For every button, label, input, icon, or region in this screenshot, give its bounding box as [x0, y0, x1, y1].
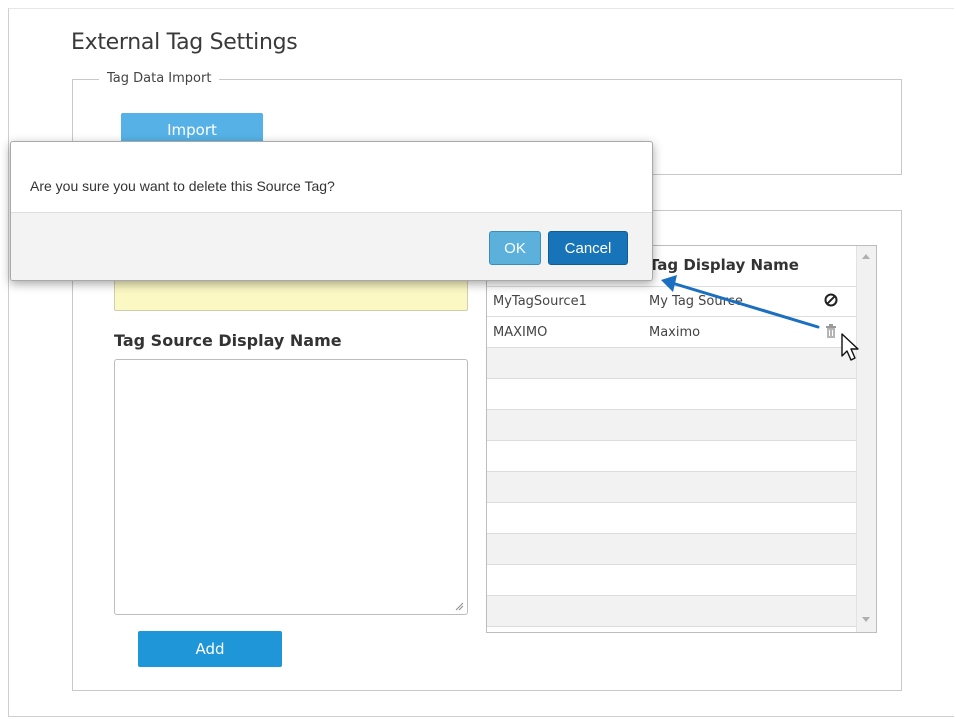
page-title: External Tag Settings — [71, 30, 298, 55]
tag-source-display-name-field[interactable] — [114, 359, 468, 615]
table-row[interactable]: MAXIMO Maximo — [487, 317, 857, 348]
grid-scrollbar[interactable] — [856, 246, 876, 632]
resize-grip-icon[interactable] — [454, 601, 464, 611]
table-row — [487, 441, 857, 472]
table-row — [487, 348, 857, 379]
cancel-button[interactable]: Cancel — [548, 231, 628, 265]
delete-confirm-dialog: Are you sure you want to delete this Sou… — [10, 141, 653, 281]
display-name-cell: My Tag Source — [649, 294, 743, 309]
table-row[interactable]: MyTagSource1 My Tag Source — [487, 286, 857, 317]
display-name-cell: Maximo — [649, 325, 701, 340]
dialog-footer: OK Cancel — [11, 212, 652, 280]
source-cell: MyTagSource1 — [493, 294, 587, 309]
tag-source-display-name-label: Tag Source Display Name — [114, 331, 342, 350]
dialog-message: Are you sure you want to delete this Sou… — [30, 178, 335, 194]
table-row — [487, 472, 857, 503]
tag-sources-grid: Tag Display Name MyTagSource1 My Tag Sou… — [486, 245, 877, 633]
ok-button[interactable]: OK — [489, 231, 541, 265]
column-header-display-name[interactable]: Tag Display Name — [649, 256, 799, 274]
tag-data-import-legend: Tag Data Import — [99, 71, 220, 86]
source-cell: MAXIMO — [493, 325, 548, 340]
table-row — [487, 534, 857, 565]
table-row — [487, 410, 857, 441]
table-row — [487, 565, 857, 596]
table-row — [487, 596, 857, 627]
add-button[interactable]: Add — [138, 631, 282, 667]
scroll-down-icon[interactable] — [862, 617, 870, 622]
disabled-icon[interactable] — [823, 292, 839, 308]
table-row — [487, 503, 857, 534]
table-row — [487, 379, 857, 410]
grid-rows: MyTagSource1 My Tag Source MAXIMO Maximo — [487, 286, 857, 627]
trash-icon[interactable] — [823, 323, 839, 339]
scroll-up-icon[interactable] — [862, 254, 870, 259]
